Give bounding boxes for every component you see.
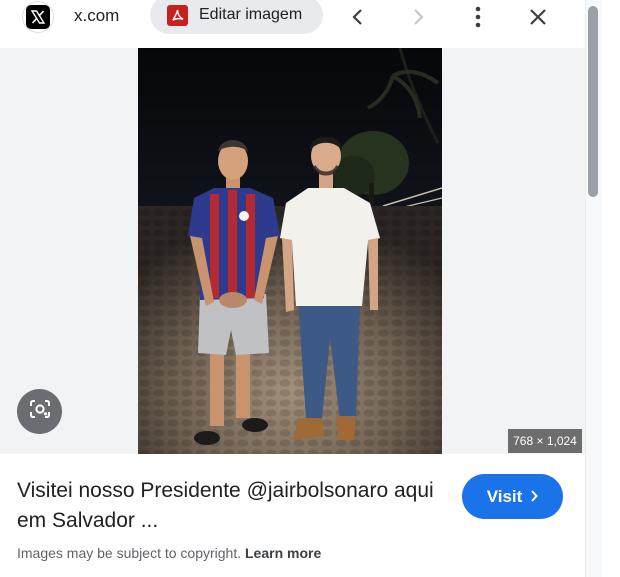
scrollbar-thumb[interactable] [588,6,598,197]
visit-label: Visit [486,486,523,506]
preview-toolbar: x.com Editar imagem [0,0,585,34]
page-edge [602,0,620,577]
visit-button[interactable]: Visit [462,474,563,519]
more-vert-icon[interactable] [465,4,491,30]
site-name[interactable]: x.com [74,6,119,26]
preview-photo[interactable] [138,48,442,454]
copyright-text: Images may be subject to copyright. [17,545,242,561]
chevron-left-icon[interactable] [345,4,371,30]
google-lens-button[interactable] [17,389,62,434]
image-caption[interactable]: Visitei nosso Presidente @jairbolsonaro … [17,476,437,536]
pdf-icon [167,4,188,26]
edit-image-button[interactable]: Editar imagem [150,0,323,34]
chevron-right-icon[interactable] [405,4,431,30]
copyright-notice: Images may be subject to copyright. Lear… [17,545,321,561]
x-logo-icon[interactable] [23,2,53,32]
close-icon[interactable] [525,4,551,30]
image-preview-area: 768 × 1,024 [0,48,585,454]
learn-more-link[interactable]: Learn more [245,545,321,561]
google-lens-icon [28,398,52,425]
chevron-right-icon [530,487,539,507]
edit-image-label: Editar imagem [199,6,303,23]
image-dimensions: 768 × 1,024 [508,429,582,453]
